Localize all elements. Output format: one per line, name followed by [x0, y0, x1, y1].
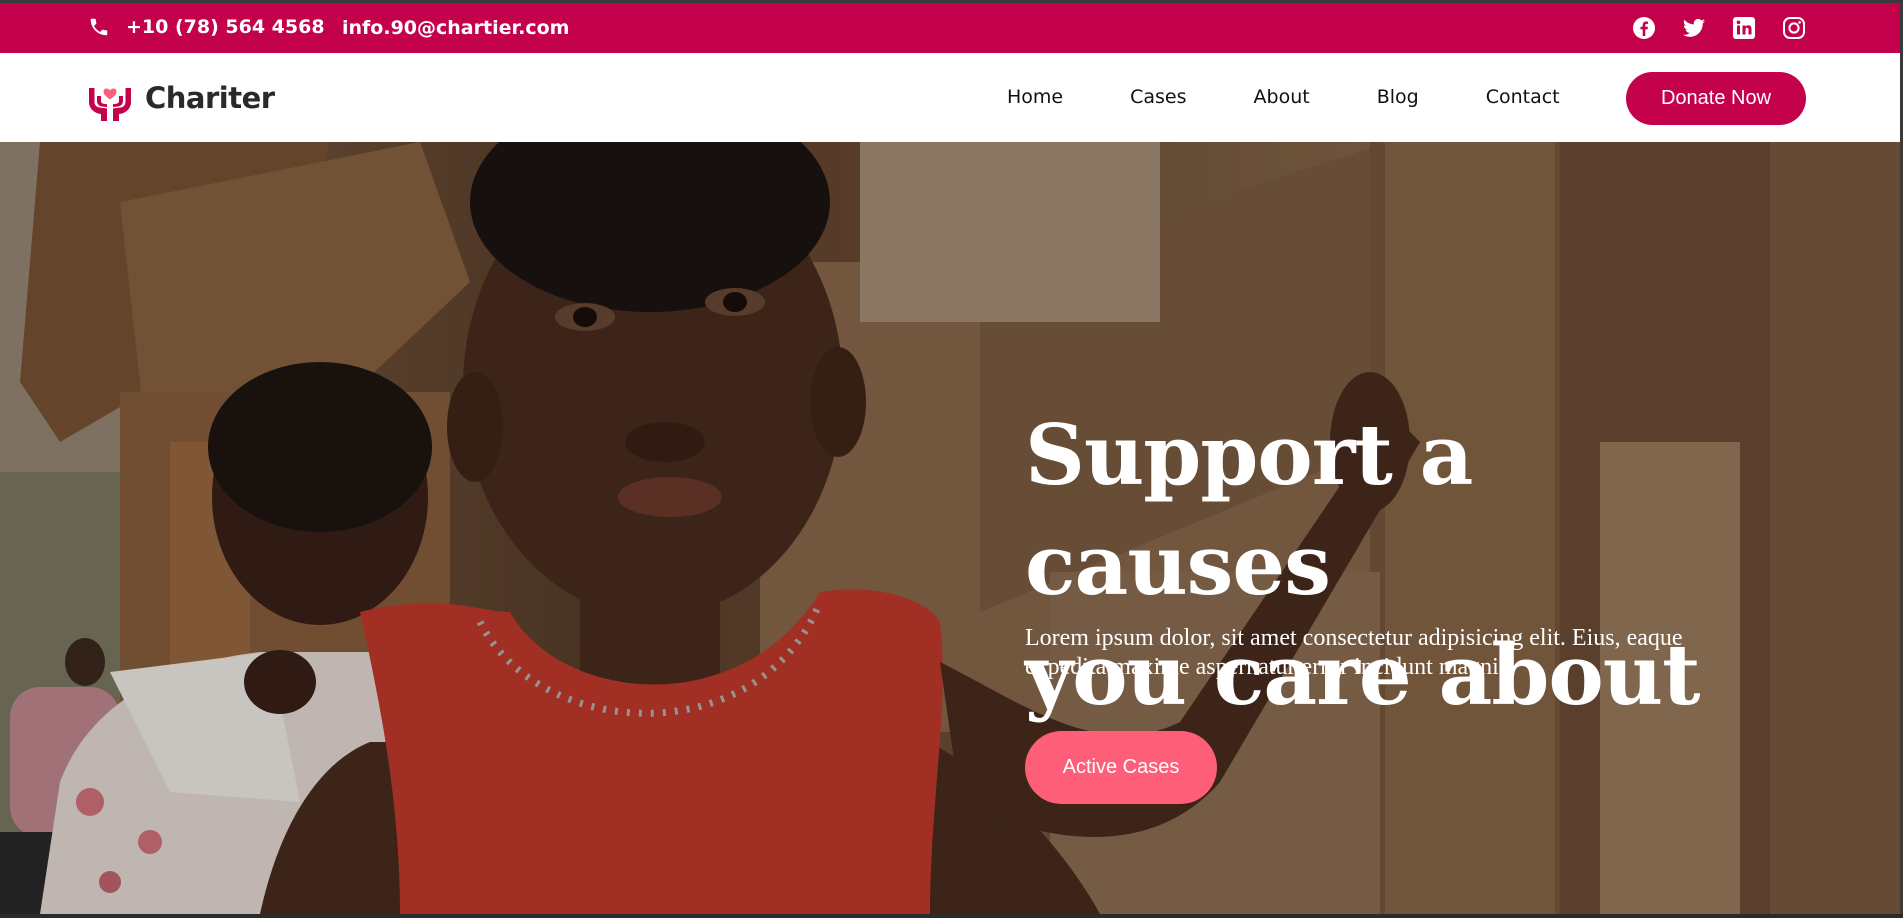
nav-home[interactable]: Home	[1007, 86, 1063, 108]
brand-name: Chariter	[145, 81, 275, 115]
nav-cases[interactable]: Cases	[1130, 86, 1186, 108]
active-cases-button[interactable]: Active Cases	[1025, 731, 1217, 804]
phone-number: +10 (78) 564 4568	[126, 16, 325, 38]
social-links	[1632, 16, 1806, 40]
twitter-icon[interactable]	[1682, 16, 1706, 40]
contact-topbar: +10 (78) 564 4568 info.90@chartier.com	[0, 3, 1900, 53]
charity-hands-heart-icon	[89, 88, 131, 121]
email-link[interactable]: info.90@chartier.com	[342, 17, 569, 39]
instagram-icon[interactable]	[1782, 16, 1806, 40]
phone-icon	[90, 18, 108, 36]
phone-contact[interactable]: +10 (78) 564 4568	[88, 16, 325, 38]
hero-section: Support a causes you care about Lorem ip…	[0, 142, 1900, 914]
linkedin-icon[interactable]	[1732, 16, 1756, 40]
site-header: Chariter Home Cases About Blog Contact D…	[0, 53, 1900, 142]
donate-now-button[interactable]: Donate Now	[1626, 72, 1806, 125]
nav-contact[interactable]: Contact	[1486, 86, 1560, 108]
facebook-icon[interactable]	[1632, 16, 1656, 40]
window-frame-bottom	[0, 914, 1903, 918]
nav-about[interactable]: About	[1254, 86, 1310, 108]
hero-description: Lorem ipsum dolor, sit amet consectetur …	[1025, 625, 1683, 680]
hero-title-line-1: Support a causes	[1025, 406, 1473, 614]
main-nav: Home Cases About Blog Contact	[1007, 86, 1560, 108]
brand-logo[interactable]: Chariter	[86, 74, 275, 122]
nav-blog[interactable]: Blog	[1377, 86, 1419, 108]
